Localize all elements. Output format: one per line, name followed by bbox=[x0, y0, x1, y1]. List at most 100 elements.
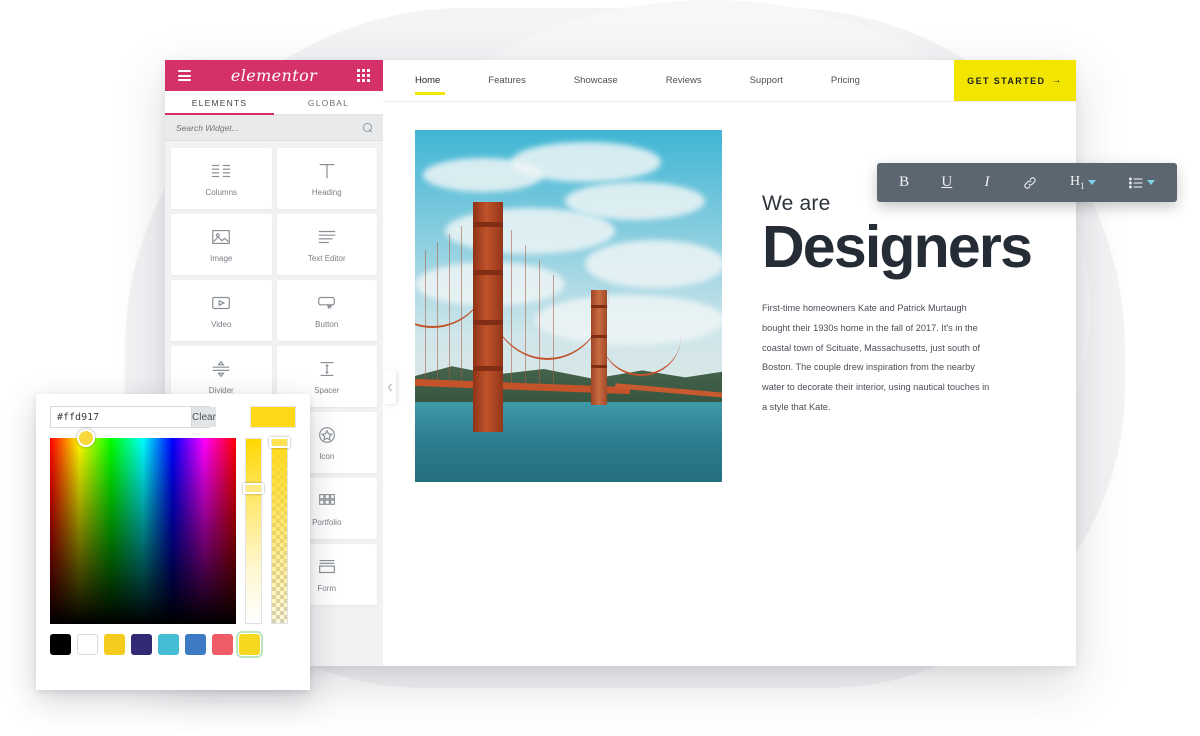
swatch-6[interactable] bbox=[212, 634, 233, 655]
hero-section: We are Designers First-time homeowners K… bbox=[383, 102, 1076, 482]
bullet-list-icon bbox=[1128, 177, 1143, 188]
color-picker-popup: Clear bbox=[36, 394, 310, 690]
nav-item-showcase[interactable]: Showcase bbox=[550, 62, 642, 99]
widget-label: Heading bbox=[311, 187, 342, 197]
widget-label: Form bbox=[317, 583, 337, 593]
swatch-0[interactable] bbox=[50, 634, 71, 655]
text-editor-icon bbox=[316, 227, 338, 247]
swatch-1[interactable] bbox=[77, 634, 98, 655]
vertical-cable bbox=[553, 275, 554, 391]
widget-image[interactable]: Image bbox=[171, 214, 272, 275]
image-icon bbox=[210, 227, 232, 247]
nav-item-reviews[interactable]: Reviews bbox=[642, 62, 726, 99]
widget-label: Button bbox=[315, 319, 339, 329]
panel-tabs: ELEMENTS GLOBAL bbox=[165, 91, 383, 115]
italic-button[interactable]: I bbox=[984, 174, 989, 191]
swatch-2[interactable] bbox=[104, 634, 125, 655]
hamburger-icon[interactable] bbox=[178, 70, 191, 81]
swatch-7[interactable] bbox=[236, 631, 263, 658]
saturation-handle[interactable] bbox=[77, 429, 95, 447]
widget-columns[interactable]: Columns bbox=[171, 148, 272, 209]
widget-button[interactable]: Button bbox=[276, 280, 377, 341]
alpha-slider[interactable] bbox=[269, 437, 290, 624]
tower-crossbar bbox=[591, 365, 607, 368]
color-picker-top-row: Clear bbox=[50, 406, 296, 428]
widget-label: Portfolio bbox=[312, 517, 342, 527]
underline-button[interactable]: U bbox=[941, 174, 952, 191]
widget-label: Image bbox=[210, 253, 233, 263]
chevron-down-icon[interactable] bbox=[1087, 179, 1096, 185]
button-icon bbox=[316, 293, 338, 313]
swatch-4[interactable] bbox=[158, 634, 179, 655]
tower-crossbar bbox=[591, 305, 607, 308]
hex-input-group: Clear bbox=[50, 406, 216, 428]
swatch-5[interactable] bbox=[185, 634, 206, 655]
search-input[interactable] bbox=[176, 122, 363, 133]
nav-item-home[interactable]: Home bbox=[391, 62, 464, 99]
grid-icon[interactable] bbox=[357, 69, 370, 82]
clear-button[interactable]: Clear bbox=[191, 407, 216, 427]
hue-slider-handle[interactable] bbox=[243, 483, 264, 494]
widget-text-editor[interactable]: Text Editor bbox=[276, 214, 377, 275]
heading-icon bbox=[316, 161, 338, 181]
vertical-cable bbox=[449, 234, 450, 383]
vertical-cable bbox=[437, 242, 438, 384]
portfolio-icon bbox=[316, 491, 338, 511]
widget-label: Text Editor bbox=[307, 253, 346, 263]
divider-icon bbox=[210, 359, 232, 379]
saturation-value-area[interactable] bbox=[50, 429, 236, 624]
panel-collapse-button[interactable] bbox=[383, 370, 396, 404]
chevron-down-icon[interactable] bbox=[1146, 180, 1155, 185]
star-icon bbox=[316, 425, 338, 445]
vertical-cable bbox=[425, 250, 426, 385]
hue-slider[interactable] bbox=[243, 438, 264, 624]
alpha-slider-handle[interactable] bbox=[269, 437, 290, 448]
hero-title[interactable]: Designers bbox=[762, 218, 1033, 277]
link-icon bbox=[1023, 176, 1036, 189]
link-button[interactable] bbox=[1022, 176, 1038, 190]
vertical-cable bbox=[525, 245, 526, 387]
columns-icon bbox=[210, 161, 232, 181]
spacer-icon bbox=[316, 359, 338, 379]
site-preview-canvas: Home Features Showcase Reviews Support P… bbox=[383, 60, 1076, 666]
widget-heading[interactable]: Heading bbox=[276, 148, 377, 209]
arrow-right-icon: → bbox=[1051, 75, 1063, 86]
color-swatch-row bbox=[50, 631, 296, 658]
hex-input[interactable] bbox=[51, 407, 191, 427]
widget-label: Icon bbox=[319, 451, 335, 461]
widget-label: Spacer bbox=[314, 385, 340, 395]
nav-item-features[interactable]: Features bbox=[464, 62, 550, 99]
widget-video[interactable]: Video bbox=[171, 280, 272, 341]
panel-header: elementor bbox=[165, 60, 383, 91]
heading-level-number: 1 bbox=[1080, 180, 1085, 191]
tower-crossbar bbox=[591, 335, 607, 338]
form-icon bbox=[316, 557, 338, 577]
hero-image[interactable] bbox=[415, 130, 722, 482]
nav-item-pricing[interactable]: Pricing bbox=[807, 62, 884, 99]
elementor-logo: elementor bbox=[230, 66, 318, 85]
bold-button[interactable]: B bbox=[899, 174, 909, 191]
tab-elements[interactable]: ELEMENTS bbox=[165, 91, 274, 115]
chevron-left-icon bbox=[387, 383, 392, 391]
tab-global[interactable]: GLOBAL bbox=[274, 91, 383, 114]
screenshot-root: elementor ELEMENTS GLOBAL Search Widget.… bbox=[0, 0, 1200, 736]
suspension-cable bbox=[601, 298, 681, 376]
hero-body-text[interactable]: First-time homeowners Kate and Patrick M… bbox=[762, 299, 994, 418]
water-layer bbox=[415, 402, 722, 482]
vertical-cable bbox=[461, 226, 462, 382]
get-started-button[interactable]: GET STARTED → bbox=[954, 60, 1076, 101]
color-preview-swatch bbox=[250, 406, 296, 428]
heading-level-button[interactable]: H1 bbox=[1070, 174, 1096, 191]
swatch-3[interactable] bbox=[131, 634, 152, 655]
vertical-cable bbox=[539, 260, 540, 389]
tower-crossbar bbox=[473, 270, 503, 275]
site-top-nav: Home Features Showcase Reviews Support P… bbox=[383, 60, 1076, 102]
text-format-toolbar: B U I H1 bbox=[877, 163, 1177, 202]
list-button[interactable] bbox=[1128, 176, 1155, 190]
nav-item-support[interactable]: Support bbox=[726, 62, 807, 99]
vertical-cable bbox=[511, 230, 512, 385]
heading-level-label: H1 bbox=[1069, 174, 1085, 191]
tower-crossbar bbox=[473, 366, 503, 371]
widget-label: Video bbox=[211, 319, 232, 329]
bridge-tower-main bbox=[473, 202, 503, 432]
